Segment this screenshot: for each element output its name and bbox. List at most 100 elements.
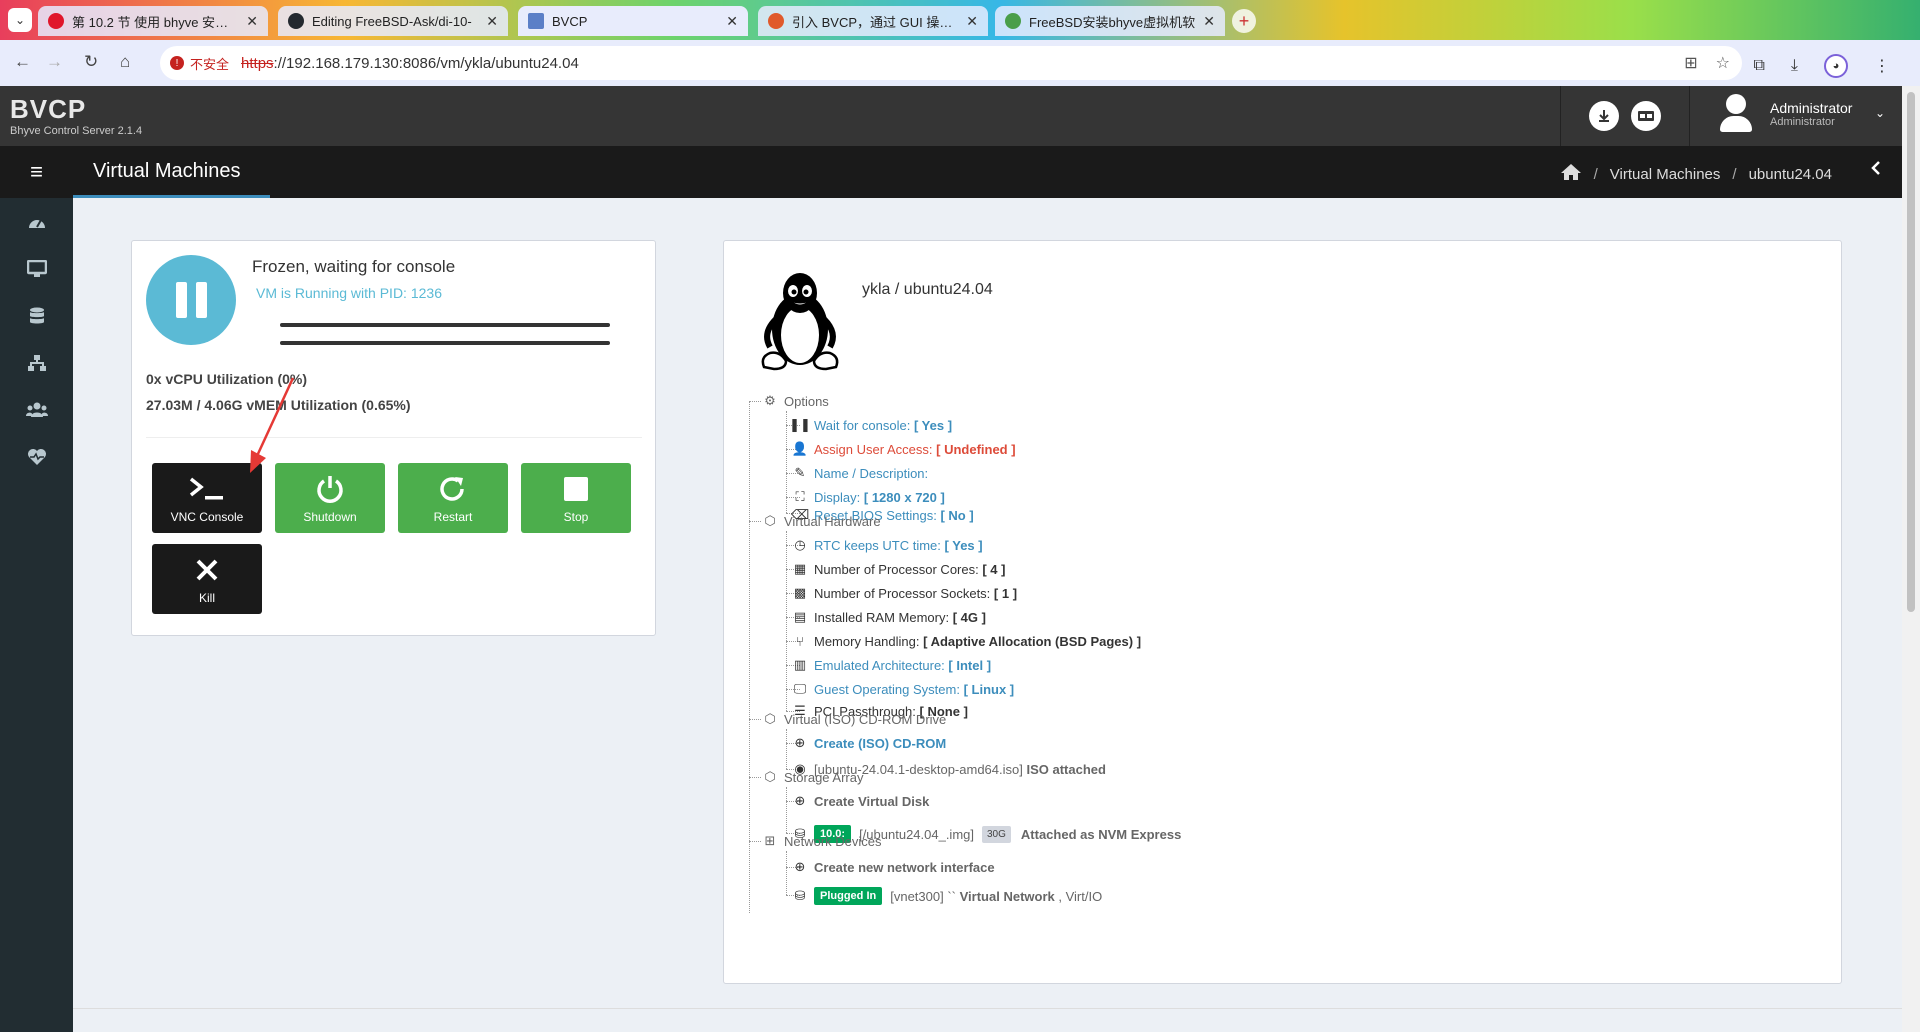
downloads-icon[interactable]: ⤓	[1791, 57, 1798, 75]
tab-search-icon[interactable]: ⌄	[8, 8, 32, 32]
forward-icon[interactable]: →	[46, 52, 63, 72]
card-icon[interactable]	[1631, 101, 1661, 131]
nic-device[interactable]: ⛁ Plugged In [vnet300] `` Virtual Networ…	[792, 885, 1102, 907]
content-header: Virtual Machines / Virtual Machines / ub…	[73, 146, 1902, 198]
option-display[interactable]: ⛶ Display: [ 1280 x 720 ]	[792, 487, 944, 507]
option-label: Assign User Access:	[814, 441, 933, 457]
browser-tab[interactable]: Editing FreeBSD-Ask/di-10- ✕	[278, 6, 508, 36]
kill-button[interactable]: Kill	[152, 544, 262, 614]
database-icon[interactable]	[0, 292, 73, 339]
link-label: Create (ISO) CD-ROM	[814, 735, 947, 751]
create-cdrom-link[interactable]: ⊕ Create (ISO) CD-ROM	[792, 733, 947, 753]
reload-icon[interactable]: ↻	[84, 52, 98, 72]
close-icon[interactable]: ✕	[966, 13, 978, 30]
option-label: Wait for console:	[814, 417, 911, 433]
dashboard-icon[interactable]	[0, 198, 73, 245]
user-menu[interactable]: Administrator Administrator ⌄	[1720, 94, 1885, 134]
weibo-icon	[48, 13, 64, 29]
pause-icon	[146, 255, 236, 345]
chevron-down-icon: ⌄	[1875, 106, 1886, 120]
hw-value: [ Linux ]	[963, 681, 1015, 697]
home-icon[interactable]	[1560, 163, 1582, 185]
scrollbar-thumb[interactable]	[1907, 92, 1915, 612]
page-scrollbar[interactable]	[1902, 86, 1920, 1032]
breadcrumb-current: ubuntu24.04	[1748, 165, 1832, 183]
hw-value: [ 4G ]	[952, 609, 986, 625]
expand-icon: ⛶	[795, 489, 805, 504]
restart-button[interactable]: Restart	[398, 463, 508, 533]
link-label: Create Virtual Disk	[814, 793, 930, 809]
hw-ram: ▤ Installed RAM Memory: [ 4G ]	[792, 607, 986, 627]
home-icon[interactable]: ⌂	[120, 52, 130, 72]
users-icon[interactable]	[0, 386, 73, 433]
profile-avatar[interactable]: ◕	[1824, 54, 1848, 78]
sidebar: ≡	[0, 146, 73, 1032]
download-icon[interactable]	[1589, 101, 1619, 131]
create-nic-link[interactable]: ⊕ Create new network interface	[792, 857, 995, 877]
url-input[interactable]: ! 不安全 https://192.168.179.130:8086/vm/yk…	[160, 46, 1742, 80]
heartbeat-icon[interactable]	[0, 433, 73, 480]
breadcrumb-separator: /	[1593, 165, 1598, 183]
close-icon[interactable]: ✕	[1203, 13, 1215, 30]
close-icon[interactable]: ✕	[246, 13, 258, 30]
option-name-description[interactable]: ✎ Name / Description:	[792, 463, 929, 483]
breadcrumb-virtual-machines[interactable]: Virtual Machines	[1610, 166, 1721, 183]
chevron-left-icon[interactable]	[1870, 160, 1882, 181]
vnc-console-button[interactable]: VNC Console	[152, 463, 262, 533]
new-tab-button[interactable]: +	[1232, 9, 1256, 33]
url-scheme: https	[241, 54, 274, 72]
button-label: Stop	[563, 510, 589, 524]
back-icon[interactable]: ←	[14, 52, 31, 72]
section-label: Options	[784, 393, 829, 409]
content: Frozen, waiting for console VM is Runnin…	[73, 198, 1902, 1032]
monitor-icon[interactable]	[0, 245, 73, 292]
menu-icon[interactable]: ≡	[0, 146, 73, 198]
tree-section-network[interactable]: ⊞ Network Devices	[762, 831, 882, 851]
stop-button[interactable]: Stop	[521, 463, 631, 533]
close-icon[interactable]: ✕	[726, 13, 738, 30]
disk-status: Attached as NVM Express	[1020, 826, 1182, 842]
browser-tab-strip: ⌄ 第 10.2 节 使用 bhyve 安装 W ✕ Editing FreeB…	[0, 0, 1920, 40]
brand[interactable]: BVCP Bhyve Control Server 2.1.4	[10, 94, 142, 137]
browser-tab-active[interactable]: BVCP ✕	[518, 6, 748, 36]
site-icon	[1005, 13, 1021, 29]
hw-memory-handling: ⑂ Memory Handling: [ Adaptive Allocation…	[792, 631, 1141, 651]
browser-tab[interactable]: 引入 BVCP，通过 GUI 操作 bh ✕	[758, 6, 988, 36]
tree-section-options[interactable]: ⚙ Options	[762, 391, 829, 411]
code-branch-icon: ⑂	[796, 633, 804, 649]
hw-guest-os[interactable]: 🖵 Guest Operating System: [ Linux ]	[792, 679, 1014, 699]
create-disk-link[interactable]: ⊕ Create Virtual Disk	[792, 791, 930, 811]
address-bar: ← → ↻ ⌂ ! 不安全 https://192.168.179.130:80…	[0, 40, 1920, 86]
security-indicator[interactable]: ! 不安全	[170, 54, 229, 73]
hw-label: Number of Processor Cores:	[814, 561, 979, 577]
hw-rtc[interactable]: ◷ RTC keeps UTC time: [ Yes ]	[792, 535, 982, 555]
button-label: Kill	[198, 591, 215, 605]
translate-icon[interactable]: ⊞	[1684, 53, 1697, 73]
star-icon[interactable]: ☆	[1716, 53, 1730, 73]
th-large-icon: ▩	[793, 585, 807, 600]
hw-value: [ Intel ]	[948, 657, 992, 673]
nic-status-badge: Plugged In	[814, 887, 883, 905]
link-label: Create new network interface	[814, 859, 995, 875]
header-tools	[1560, 86, 1690, 146]
hw-architecture[interactable]: ▥ Emulated Architecture: [ Intel ]	[792, 655, 991, 675]
browser-tab[interactable]: 第 10.2 节 使用 bhyve 安装 W ✕	[38, 6, 268, 36]
linux-tux-icon	[761, 273, 839, 371]
hw-sockets: ▩ Number of Processor Sockets: [ 1 ]	[792, 583, 1017, 603]
close-icon[interactable]: ✕	[486, 13, 498, 30]
status-title: Frozen, waiting for console	[252, 257, 456, 276]
menu-dots-icon[interactable]: ⋮	[1874, 56, 1890, 76]
network-icon[interactable]	[0, 339, 73, 386]
extensions-icon[interactable]: ⧉	[1753, 57, 1764, 75]
browser-tab[interactable]: FreeBSD安装bhyve虚拟机软 ✕	[995, 6, 1225, 36]
progress-bar	[280, 323, 610, 327]
page-title: Virtual Machines	[93, 160, 241, 182]
option-wait-for-console[interactable]: ❚❚ Wait for console: [ Yes ]	[789, 415, 952, 435]
tree-section-cdrom[interactable]: ⬡ Virtual (ISO) CD-ROM Drive	[762, 709, 946, 729]
url-text: ://192.168.179.130:8086/vm/ykla/ubuntu24…	[273, 54, 579, 72]
button-label: Shutdown	[303, 510, 357, 524]
plus-circle-icon: ⊕	[794, 859, 806, 874]
option-assign-user-access[interactable]: 👤 Assign User Access: [ Undefined ]	[792, 439, 1016, 459]
tree-section-storage[interactable]: ⬡ Storage Array	[762, 767, 863, 787]
tree-section-hardware[interactable]: ⬡ Virtual Hardware	[762, 511, 880, 531]
